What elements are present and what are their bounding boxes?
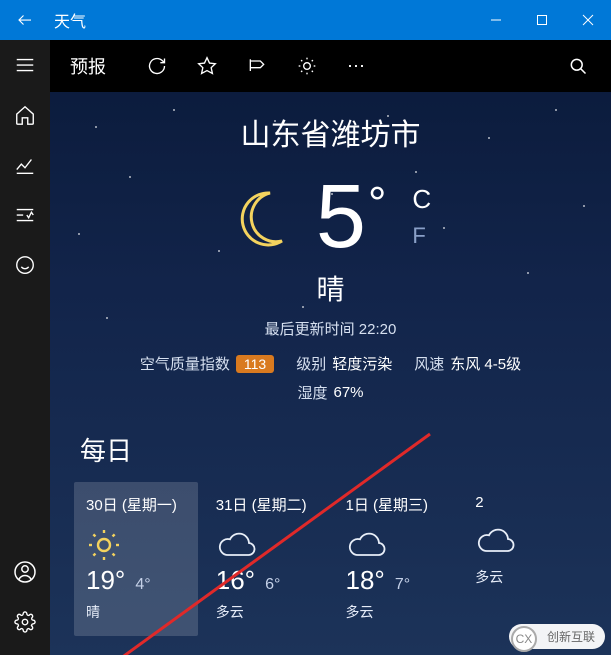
wind-value: 东风 4-5级 bbox=[450, 353, 521, 374]
current-temp: 5 bbox=[316, 172, 366, 262]
aqi-badge: 113 bbox=[236, 355, 274, 373]
maximize-button[interactable] bbox=[519, 0, 565, 40]
day-date: 2 bbox=[475, 494, 577, 511]
unit-celsius[interactable]: C bbox=[412, 180, 431, 219]
app-title: 天气 bbox=[50, 8, 473, 32]
humidity-label: 湿度 bbox=[297, 382, 327, 403]
level-value: 轻度污染 bbox=[332, 353, 392, 374]
degree-symbol: ° bbox=[368, 176, 386, 230]
cloud-icon bbox=[475, 521, 577, 561]
toolbar: 预报 ⋯ bbox=[50, 40, 611, 92]
watermark-badge: CX bbox=[511, 626, 537, 652]
day-condition: 多云 bbox=[475, 567, 577, 587]
day-condition: 晴 bbox=[86, 602, 188, 622]
location-title: 山东省潍坊市 bbox=[74, 110, 587, 154]
back-button[interactable] bbox=[0, 0, 50, 40]
more-button[interactable]: ⋯ bbox=[332, 40, 382, 92]
hamburger-button[interactable] bbox=[0, 40, 50, 90]
feedback-icon[interactable] bbox=[0, 240, 50, 290]
day-hi: 18° bbox=[346, 565, 385, 596]
humidity-value: 67% bbox=[333, 384, 363, 401]
day-date: 30日 (星期一) bbox=[86, 494, 188, 515]
day-card[interactable]: 30日 (星期一) 19° 4° 晴 bbox=[74, 482, 198, 636]
watermark-text: 创新互联 bbox=[547, 628, 595, 645]
cloud-icon bbox=[216, 525, 318, 565]
theme-button[interactable] bbox=[282, 40, 332, 92]
moon-icon bbox=[230, 185, 294, 249]
day-card[interactable]: 31日 (星期二) 16° 6° 多云 bbox=[204, 482, 328, 636]
refresh-button[interactable] bbox=[132, 40, 182, 92]
cloud-icon bbox=[346, 525, 448, 565]
day-condition: 多云 bbox=[216, 602, 318, 622]
current-weather: 5 ° C F bbox=[74, 172, 587, 262]
pin-button[interactable] bbox=[232, 40, 282, 92]
day-date: 31日 (星期二) bbox=[216, 494, 318, 515]
last-updated: 最后更新时间 22:20 bbox=[74, 318, 587, 339]
favorites-icon[interactable] bbox=[0, 190, 50, 240]
home-icon[interactable] bbox=[0, 90, 50, 140]
unit-fahrenheit[interactable]: F bbox=[412, 219, 431, 252]
day-date: 1日 (星期三) bbox=[346, 494, 448, 515]
minimize-button[interactable] bbox=[473, 0, 519, 40]
day-card[interactable]: 1日 (星期三) 18° 7° 多云 bbox=[334, 482, 458, 636]
close-button[interactable] bbox=[565, 0, 611, 40]
sun-icon bbox=[86, 525, 188, 565]
titlebar: 天气 bbox=[0, 0, 611, 40]
wind-label: 风速 bbox=[414, 353, 444, 374]
day-hi: 19° bbox=[86, 565, 125, 596]
daily-forecast: 30日 (星期一)19°4°晴31日 (星期二)16°6°多云1日 (星期三)1… bbox=[74, 482, 587, 636]
sidebar bbox=[0, 40, 50, 655]
level-label: 级别 bbox=[296, 353, 326, 374]
account-icon[interactable] bbox=[0, 547, 50, 597]
day-hi: 16° bbox=[216, 565, 255, 596]
search-button[interactable] bbox=[553, 40, 603, 92]
day-condition: 多云 bbox=[346, 602, 448, 622]
main-content: 预报 ⋯ bbox=[50, 40, 611, 655]
daily-header: 每日 bbox=[80, 431, 587, 468]
aqi-label: 空气质量指数 bbox=[140, 353, 230, 374]
current-condition: 晴 bbox=[74, 268, 587, 308]
trends-icon[interactable] bbox=[0, 140, 50, 190]
day-card[interactable]: 2 多云 bbox=[463, 482, 587, 636]
forecast-tab[interactable]: 预报 bbox=[70, 53, 106, 79]
star-button[interactable] bbox=[182, 40, 232, 92]
watermark: CX 创新互联 bbox=[509, 624, 605, 649]
day-lo: 6° bbox=[265, 576, 280, 594]
metrics-row: 空气质量指数 113 级别 轻度污染 风速 东风 4-5级 bbox=[74, 353, 587, 374]
day-lo: 4° bbox=[135, 576, 150, 594]
day-lo: 7° bbox=[395, 576, 410, 594]
settings-icon[interactable] bbox=[0, 597, 50, 647]
